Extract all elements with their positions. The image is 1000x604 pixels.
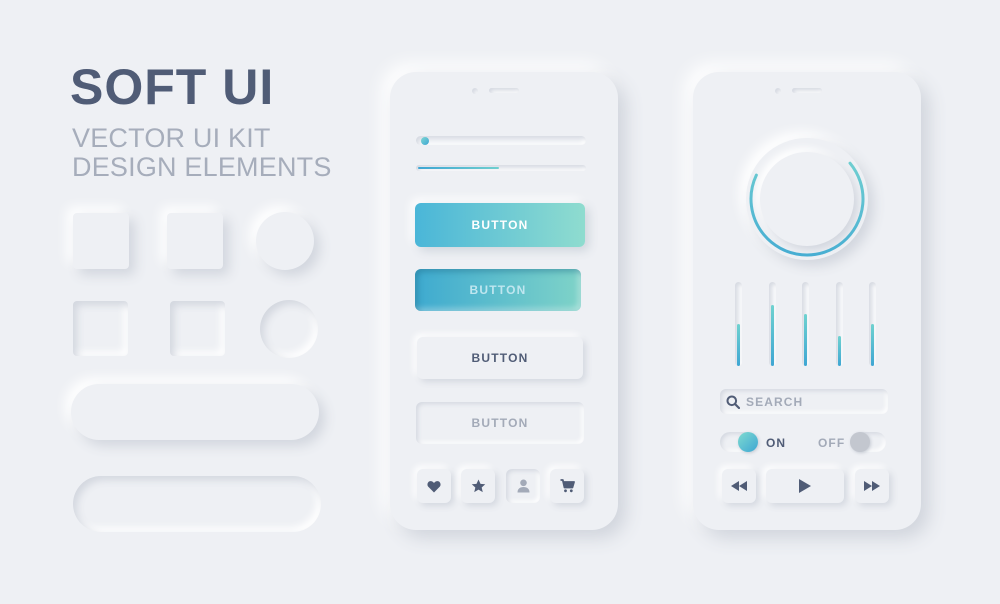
search-placeholder: SEARCH [746,395,804,409]
fast-forward-icon [864,481,880,491]
speaker-grille [792,88,822,93]
play-button[interactable] [766,469,844,503]
speaker-grille [489,88,519,93]
progress-ring [749,141,865,257]
rewind-icon [731,481,747,491]
rewind-button[interactable] [722,469,756,503]
search-field[interactable]: SEARCH [720,389,888,414]
cart-icon [560,479,575,493]
raised-square-sample[interactable] [73,213,129,269]
equalizer-bar-2[interactable] [769,282,776,366]
profile-button[interactable] [506,469,540,503]
phone-mockup-1: BUTTON BUTTON BUTTON BUTTON [390,72,618,530]
raised-circle-sample[interactable] [256,212,314,270]
raised-square-sample-2[interactable] [167,213,223,269]
equalizer-bar-fill [771,304,774,366]
favorite-button[interactable] [417,469,451,503]
page-title: SOFT UI [70,59,275,115]
cart-button[interactable] [550,469,584,503]
secondary-button[interactable]: BUTTON [417,337,583,379]
subtitle: VECTOR UI KIT DESIGN ELEMENTS [72,124,332,182]
equalizer-bar-fill [871,324,874,366]
equalizer-bar-3[interactable] [802,282,809,366]
front-camera [472,88,478,94]
progress-bar-fill [418,167,500,169]
subtitle-line-1: VECTOR UI KIT [72,123,271,153]
toggle-on-knob [738,432,758,452]
equalizer-bar-fill [737,324,740,366]
toggle-off-label: OFF [818,436,846,450]
inset-pill-field[interactable] [73,476,321,532]
range-slider-track[interactable] [416,136,586,145]
progress-ring-knob[interactable] [746,138,868,260]
star-icon [471,479,485,493]
primary-button-pressed[interactable]: BUTTON [415,269,581,311]
toggle-off-knob [850,432,870,452]
inset-square-sample-2[interactable] [170,301,225,356]
progress-bar-track [416,165,586,171]
heart-icon [427,480,441,492]
star-button[interactable] [461,469,495,503]
inset-circle-sample[interactable] [260,300,318,358]
secondary-button-pressed[interactable]: BUTTON [416,402,584,444]
search-icon [726,395,740,409]
raised-pill-field[interactable] [71,384,319,440]
equalizer-bar-5[interactable] [869,282,876,366]
toggle-off[interactable] [850,432,886,452]
fast-forward-button[interactable] [855,469,889,503]
range-slider-handle[interactable] [421,136,430,145]
phone-mockup-2: SEARCH ON OFF [693,72,921,530]
equalizer-bar-1[interactable] [735,282,742,366]
subtitle-line-2: DESIGN ELEMENTS [72,152,332,182]
progress-ring-arc [749,141,865,257]
primary-button[interactable]: BUTTON [415,203,585,247]
equalizer-bar-fill [804,313,807,366]
toggle-on-label: ON [766,436,787,450]
equalizer-bar-4[interactable] [836,282,843,366]
play-icon [799,479,811,493]
inset-square-sample[interactable] [73,301,128,356]
user-icon [517,479,529,493]
equalizer-bar-fill [838,335,841,366]
front-camera [775,88,781,94]
toggle-on[interactable] [720,432,758,452]
